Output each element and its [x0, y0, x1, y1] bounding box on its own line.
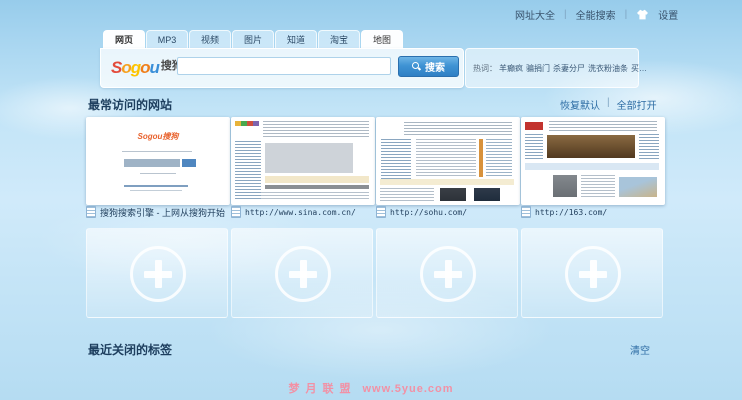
tab-video[interactable]: 视频	[189, 30, 231, 49]
link-site-directory[interactable]: 网址大全	[515, 7, 555, 22]
search-icon	[412, 62, 421, 71]
add-site-placeholder[interactable]	[521, 228, 663, 318]
top-links: 网址大全 | 全能搜索 | 设置	[515, 7, 678, 22]
add-icon	[275, 246, 331, 302]
divider: |	[625, 9, 628, 20]
link-universal-search[interactable]: 全能搜索	[576, 7, 616, 22]
add-icon	[420, 246, 476, 302]
site-thumbnail-sogou[interactable]: Sogou搜狗	[86, 117, 230, 205]
tab-mp3[interactable]: MP3	[146, 30, 188, 49]
site-thumbnail-preview	[378, 119, 518, 203]
site-thumbnail-sina[interactable]	[231, 117, 375, 205]
open-all-link[interactable]: 全部打开	[617, 97, 657, 112]
hotwords-row: 热词：羊癫疯骗捐门杀妻分尸洗衣粉油条买…	[473, 63, 650, 74]
most-visited-title: 最常访问的网站	[88, 96, 172, 113]
site-thumbnail-163[interactable]	[521, 117, 665, 205]
add-site-placeholder[interactable]	[376, 228, 518, 318]
hotword-link[interactable]: 洗衣粉油条	[588, 64, 628, 73]
restore-default-link[interactable]: 恢复默认	[560, 97, 600, 112]
hotwords-label: 热词：	[473, 64, 497, 73]
thumb-logo-text: Sogou搜狗	[88, 131, 228, 142]
watermark: 梦月联盟 www.5yue.com	[0, 380, 742, 396]
hotwords-panel: 热词：羊癫疯骗捐门杀妻分尸洗衣粉油条买…	[465, 48, 639, 88]
hotword-link[interactable]: 杀妻分尸	[553, 64, 585, 73]
tab-taobao[interactable]: 淘宝	[318, 30, 360, 49]
logo-letter: S	[111, 58, 121, 77]
search-input[interactable]	[177, 57, 391, 75]
logo-letter: o	[140, 58, 149, 77]
page-icon	[521, 206, 531, 218]
link-settings[interactable]: 设置	[658, 7, 678, 22]
watermark-text: 梦月联盟	[288, 383, 356, 395]
page-icon	[376, 206, 386, 218]
add-site-placeholder[interactable]	[86, 228, 228, 318]
caption-text: http://sohu.com/	[390, 208, 467, 217]
hotword-link[interactable]: 买…	[631, 64, 647, 73]
page-icon	[231, 206, 241, 218]
tab-web[interactable]: 网页	[103, 30, 145, 49]
site-caption-sohu[interactable]: http://sohu.com/	[376, 205, 518, 219]
page-icon	[86, 206, 96, 218]
tab-map[interactable]: 地图	[361, 30, 403, 49]
search-tabs: 网页 MP3 视频 图片 知道 淘宝 地图	[103, 30, 404, 49]
add-icon	[565, 246, 621, 302]
site-thumbnail-sohu[interactable]	[376, 117, 520, 205]
logo-letter: u	[150, 58, 159, 77]
search-panel: Sogou搜狗 搜索	[100, 48, 464, 88]
add-icon	[130, 246, 186, 302]
logo-letter: o	[121, 58, 130, 77]
divider: |	[607, 97, 610, 112]
search-button[interactable]: 搜索	[398, 56, 459, 77]
site-caption-sina[interactable]: http://www.sina.com.cn/	[231, 205, 373, 219]
logo-letter: g	[131, 58, 140, 77]
tab-image[interactable]: 图片	[232, 30, 274, 49]
caption-text: http://163.com/	[535, 208, 607, 217]
clear-recent-tabs-link[interactable]: 清空	[630, 342, 650, 357]
site-caption-sogou[interactable]: 搜狗搜索引擎 - 上网从搜狗开始	[86, 205, 228, 219]
shirt-icon	[636, 9, 649, 20]
hotword-link[interactable]: 骗捐门	[526, 64, 550, 73]
sogou-logo: Sogou搜狗	[111, 56, 183, 78]
site-caption-163[interactable]: http://163.com/	[521, 205, 663, 219]
recent-tabs-title: 最近关闭的标签	[88, 341, 172, 358]
site-thumbnail-preview	[233, 119, 373, 203]
watermark-url: www.5yue.com	[362, 383, 453, 395]
caption-text: http://www.sina.com.cn/	[245, 208, 356, 217]
search-button-label: 搜索	[425, 59, 445, 74]
add-site-placeholder[interactable]	[231, 228, 373, 318]
site-thumbnail-preview	[523, 119, 663, 203]
sogou-newtab-page: 网址大全 | 全能搜索 | 设置 网页 MP3 视频 图片 知道 淘宝 地图 S…	[0, 0, 742, 400]
caption-text: 搜狗搜索引擎 - 上网从搜狗开始	[100, 206, 225, 219]
most-visited-actions: 恢复默认 | 全部打开	[560, 97, 657, 112]
tab-zhidao[interactable]: 知道	[275, 30, 317, 49]
divider: |	[564, 9, 567, 20]
hotword-link[interactable]: 羊癫疯	[499, 64, 523, 73]
